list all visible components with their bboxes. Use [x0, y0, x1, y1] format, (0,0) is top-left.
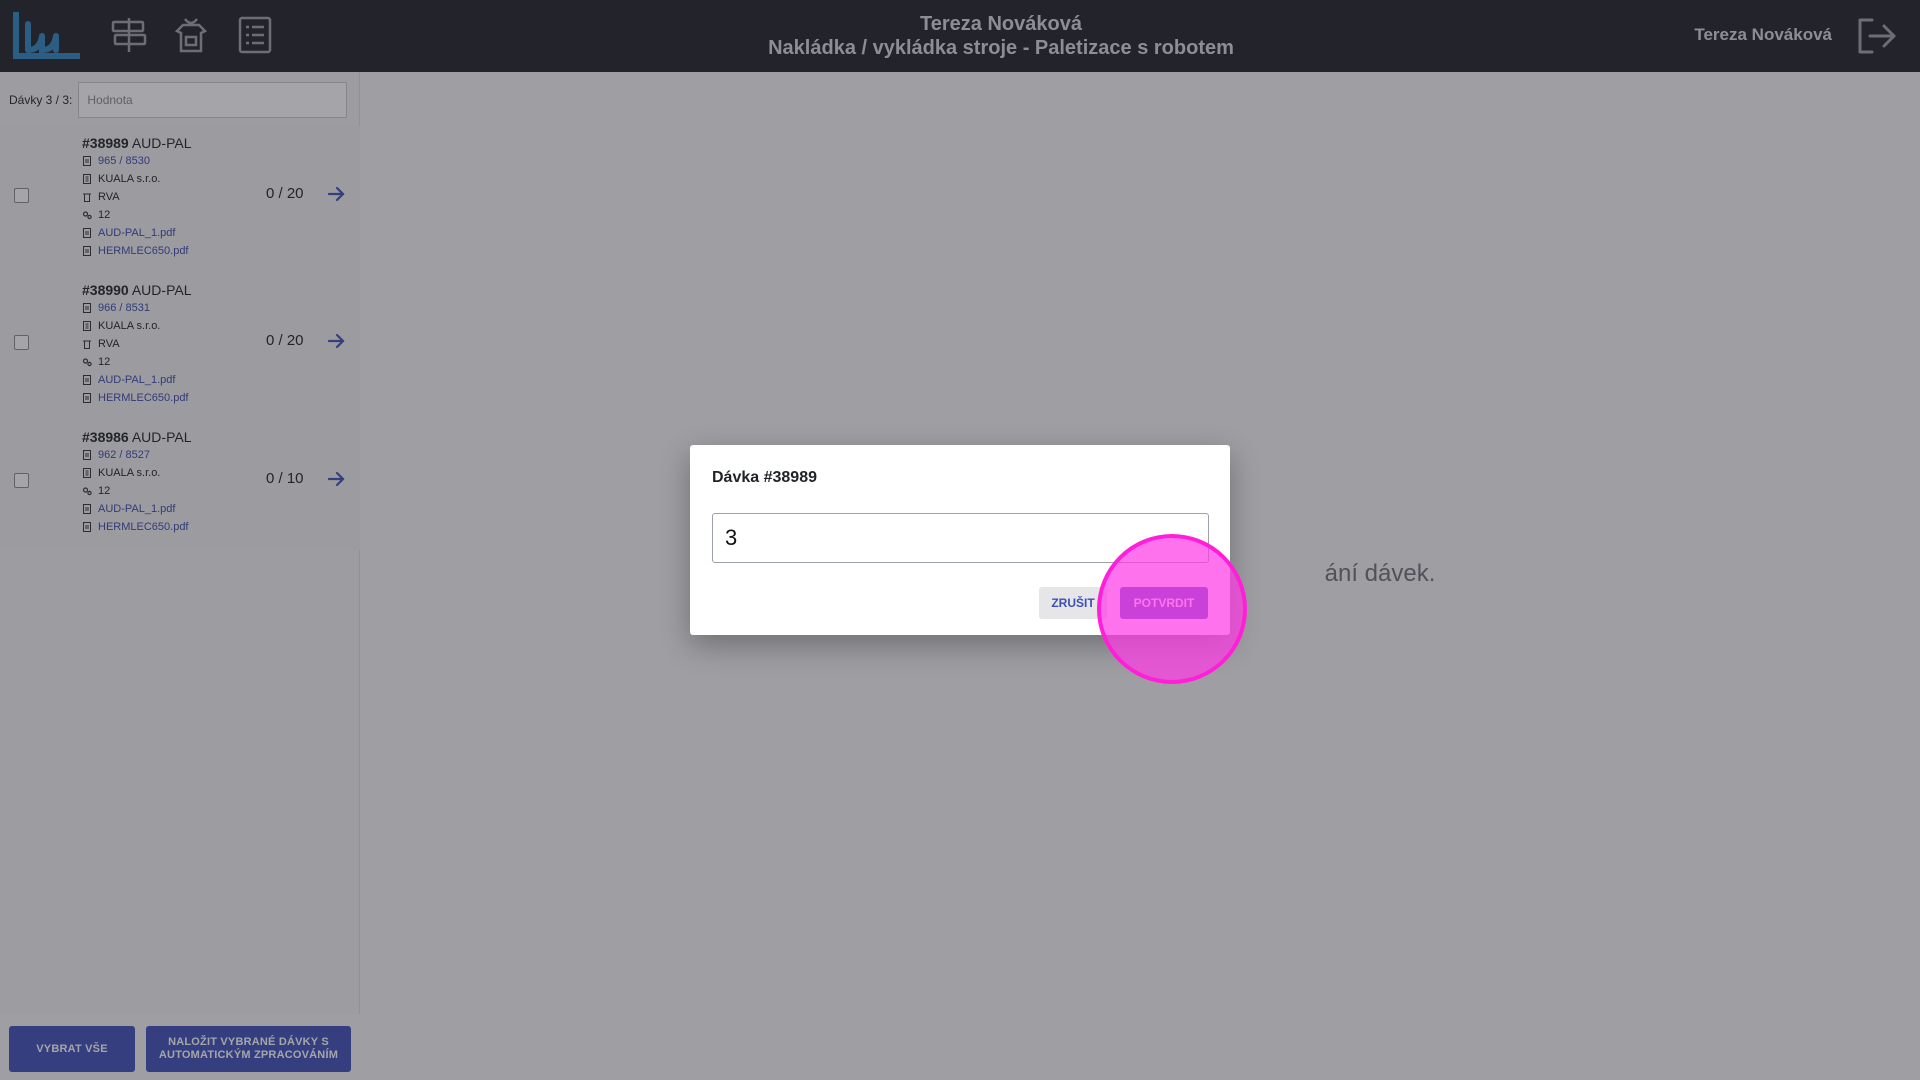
confirm-button[interactable]: POTVRDIT — [1120, 587, 1208, 619]
batch-dialog: Dávka #38989 ZRUŠIT POTVRDIT — [690, 445, 1230, 635]
cancel-button[interactable]: ZRUŠIT — [1039, 587, 1107, 619]
quantity-input[interactable] — [712, 513, 1209, 563]
dialog-title: Dávka #38989 — [712, 469, 817, 486]
